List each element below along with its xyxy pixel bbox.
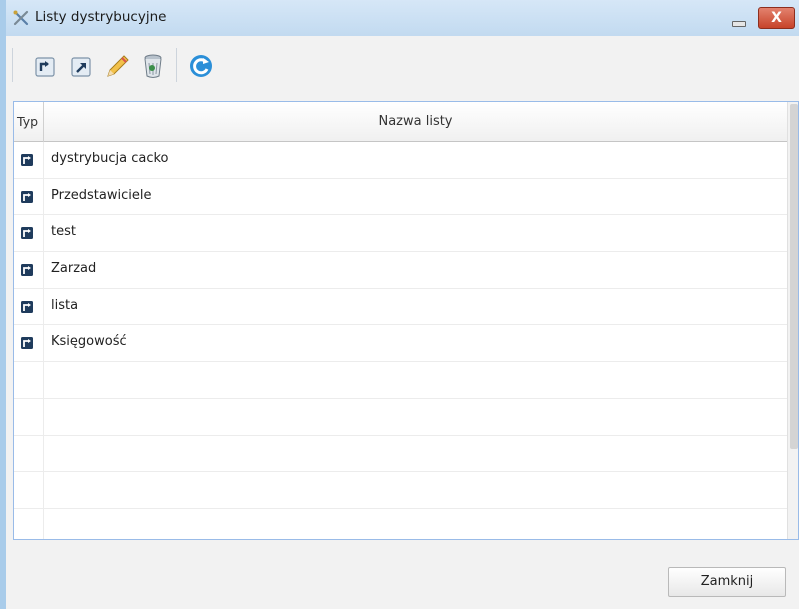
refresh-icon[interactable] [184,49,218,83]
edit-pencil-icon[interactable] [100,49,134,83]
tools-icon [12,9,30,27]
table-row[interactable]: Księgowość [14,325,787,363]
list-name: Zarzad [51,261,97,277]
column-header-nazwa-listy[interactable]: Nazwa listy [44,102,787,142]
close-button[interactable]: Zamknij [668,567,786,597]
list-name: dystrybucja cacko [51,151,169,166]
list-type-icon [21,154,33,166]
empty-row [14,398,787,436]
title-bar[interactable]: Listy dystrybucyjne X [6,0,799,36]
list-type-icon [21,227,33,240]
table-row[interactable]: Zarzad [14,252,787,289]
table-row[interactable]: lista [14,288,787,326]
distribution-lists-grid: Typ Nazwa listy dystrybucja cacko Przeds… [13,101,799,540]
scrollbar-thumb[interactable] [790,104,798,449]
list-name: Przedstawiciele [51,187,152,203]
window-title: Listy dystrybucyjne [35,9,167,25]
list-name: lista [51,297,79,313]
export-icon[interactable] [64,49,98,83]
table-row[interactable]: Przedstawiciele [14,178,787,216]
column-header-typ[interactable]: Typ [14,102,44,142]
trash-icon[interactable] [136,49,170,83]
list-type-icon [21,337,33,350]
grid-rows: dystrybucja cacko Przedstawiciele test Z… [14,142,787,539]
empty-row [14,508,787,539]
import-icon[interactable] [28,49,62,83]
toolbar-separator [176,48,177,82]
minimize-button[interactable] [728,12,748,28]
list-name: test [51,224,76,240]
empty-row [14,362,787,399]
list-type-icon [21,300,33,313]
toolbar [6,36,799,96]
vertical-scrollbar[interactable] [787,102,798,539]
list-type-icon [21,264,33,277]
empty-row [14,472,787,509]
empty-row [14,435,787,473]
distribution-lists-window: Listy dystrybucyjne X Typ Nazwa listy dy… [0,0,799,609]
list-type-icon [21,190,33,203]
grid-header: Typ Nazwa listy [14,102,787,142]
table-row[interactable]: dystrybucja cacko [14,142,787,179]
list-name: Księgowość [51,334,127,350]
toolbar-separator [12,48,13,82]
close-window-button[interactable]: X [758,7,795,29]
table-row[interactable]: test [14,215,787,253]
